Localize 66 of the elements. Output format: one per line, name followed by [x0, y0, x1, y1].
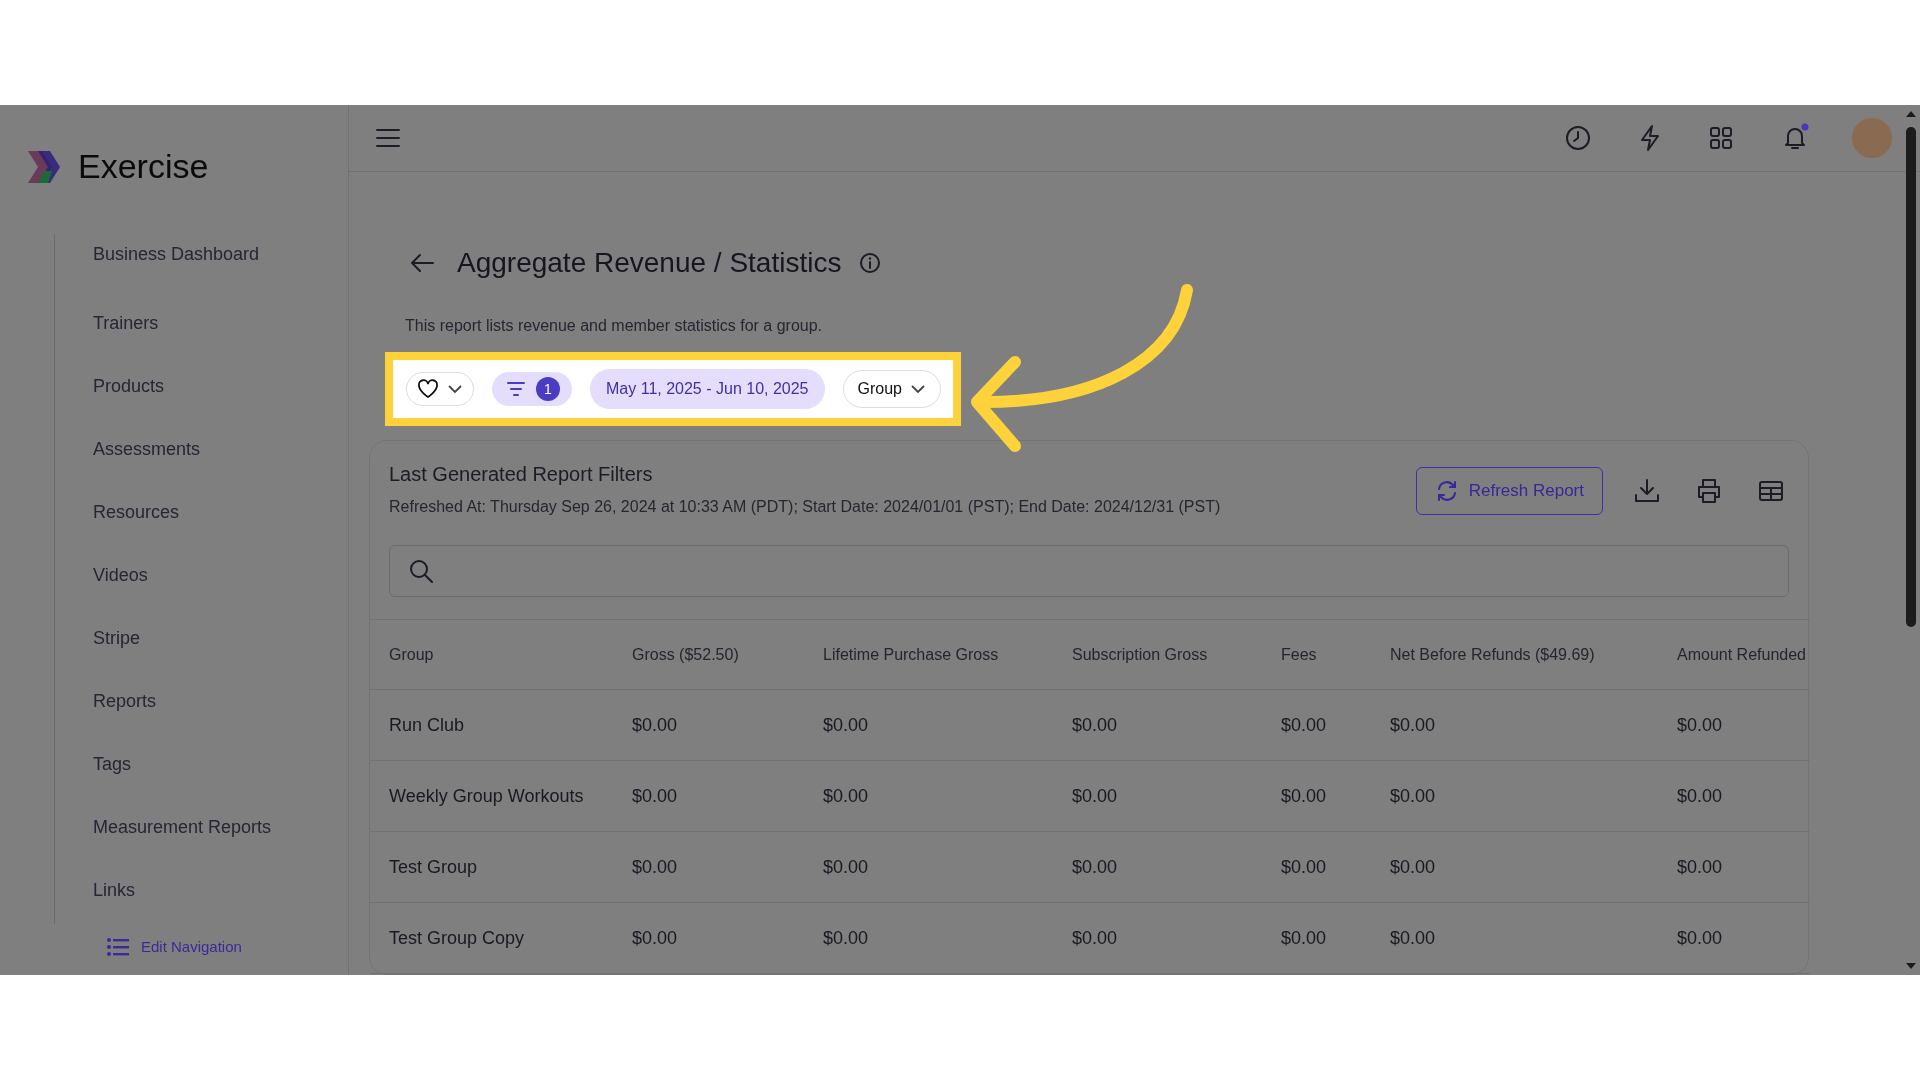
table-cell: $0.00 [1071, 831, 1280, 903]
table-cell: $0.00 [1280, 689, 1389, 761]
table-cell: $0.00 [822, 831, 1071, 903]
table-cell: $0.00 [631, 760, 822, 832]
app-name: Exercise [78, 146, 209, 187]
heart-icon [417, 379, 439, 399]
filter-button[interactable]: 1 [492, 372, 572, 406]
sidebar-item[interactable]: Trainers [93, 292, 348, 355]
table-cell: $0.00 [631, 902, 822, 974]
table-cell: $0.00 [1676, 831, 1810, 903]
group-by-dropdown[interactable]: Group [842, 370, 941, 408]
column-header: Amount Refunded [1676, 619, 1810, 690]
favorites-dropdown[interactable] [406, 372, 474, 406]
table-cell: $0.00 [1071, 902, 1280, 974]
table-cell: $0.00 [631, 689, 822, 761]
table-cell: $0.00 [1389, 831, 1676, 903]
table-cell: $0.00 [1071, 689, 1280, 761]
chevron-down-icon [910, 384, 926, 394]
table-cell: $0.00 [822, 902, 1071, 974]
column-header: Fees [1280, 619, 1389, 690]
table-cell: Run Club [370, 689, 631, 761]
table-cell: $0.00 [1389, 902, 1676, 974]
column-header: Gross ($52.50) [631, 619, 822, 690]
table-cell: $0.00 [631, 831, 822, 903]
table-cell: $0.00 [1280, 760, 1389, 832]
search-field[interactable] [389, 545, 1789, 597]
info-icon[interactable] [859, 252, 882, 274]
date-range-button[interactable]: May 11, 2025 - Jun 10, 2025 [590, 369, 825, 409]
table-cell: $0.00 [822, 689, 1071, 761]
table-cell: $0.00 [1389, 760, 1676, 832]
table-cell: $0.00 [1389, 689, 1676, 761]
page-description: This report lists revenue and member statistics for a group. [405, 316, 824, 336]
sidebar-item[interactable]: Stripe [93, 607, 348, 670]
sidebar-item[interactable]: Measurement Reports [93, 796, 348, 859]
chevron-down-icon [447, 384, 463, 394]
table-cell: Weekly Group Workouts [370, 760, 631, 832]
sidebar-item[interactable]: Links [93, 859, 348, 922]
table-cell: $0.00 [1071, 760, 1280, 832]
table-cell: $0.00 [1676, 760, 1810, 832]
refresh-details: Refreshed At: Thursday Sep 26, 2024 at 10:33 AM (PDT); Start Date: 2024/01/01 (PST); End Date: 2024/12/31 (PST) [389, 497, 1221, 517]
column-header: Group [370, 619, 631, 690]
filter-count: 1 [536, 377, 560, 401]
column-header: Net Before Refunds ($49.69) [1389, 619, 1676, 690]
edit-navigation-link[interactable]: Edit Navigation [107, 936, 242, 959]
sidebar-item[interactable]: Tags [93, 733, 348, 796]
table-cell: $0.00 [1676, 689, 1810, 761]
search-icon [408, 558, 434, 584]
table-cell: $0.00 [1280, 902, 1389, 974]
sidebar-item[interactable]: Videos [93, 544, 348, 607]
sidebar-item[interactable]: Business Dashboard [93, 240, 348, 268]
table-cell: $0.00 [1676, 902, 1810, 974]
sidebar-item[interactable]: Reports [93, 670, 348, 733]
list-icon [107, 938, 129, 957]
sidebar-item[interactable]: Resources [93, 481, 348, 544]
table-cell: Test Group [370, 831, 631, 903]
table-cell: $0.00 [822, 760, 1071, 832]
column-header: Subscription Gross [1071, 619, 1280, 690]
page-title: Aggregate Revenue / Statistics [457, 246, 842, 280]
filter-icon [506, 381, 526, 397]
column-header: Lifetime Purchase Gross [822, 619, 1071, 690]
refresh-report-button[interactable]: Refresh Report [1415, 467, 1603, 515]
table-cell: $0.00 [1280, 831, 1389, 903]
report-title: Last Generated Report Filters [389, 462, 654, 487]
sidebar-item[interactable]: Assessments [93, 418, 348, 481]
table-cell: Test Group Copy [370, 902, 631, 974]
sidebar-item[interactable]: Products [93, 355, 348, 418]
